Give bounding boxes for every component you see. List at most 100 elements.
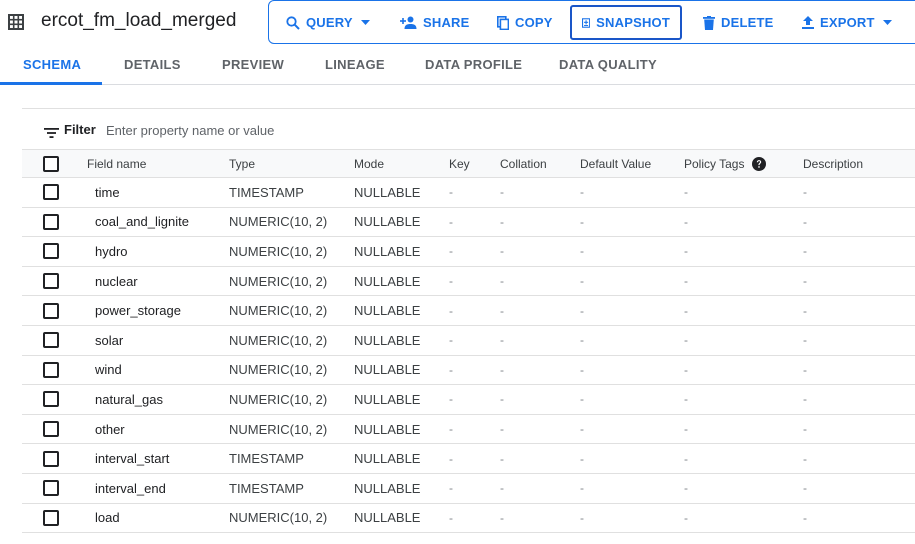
mode-cell: NULLABLE xyxy=(354,362,421,378)
row-checkbox[interactable] xyxy=(43,391,59,408)
table-row[interactable]: natural_gas NUMERIC(10, 2) NULLABLE - - - - - xyxy=(22,385,915,415)
tab-schema[interactable]: SCHEMA xyxy=(0,46,103,85)
default-value-cell: - xyxy=(580,481,584,496)
description-cell: - xyxy=(803,274,807,289)
upload-icon xyxy=(802,16,814,29)
type-cell: NUMERIC(10, 2) xyxy=(229,421,328,437)
collation-cell: - xyxy=(500,274,504,289)
key-cell: - xyxy=(449,333,453,348)
help-icon[interactable] xyxy=(752,156,767,171)
select-all-checkbox[interactable] xyxy=(43,155,59,172)
key-cell: - xyxy=(449,362,453,377)
row-checkbox[interactable] xyxy=(43,213,59,230)
policy-tags-cell: - xyxy=(684,274,688,289)
column-header-default-value[interactable]: Default Value xyxy=(580,150,651,177)
schema-table: Field name Type Mode Key Collation Defau… xyxy=(22,149,915,534)
table-row[interactable]: other NUMERIC(10, 2) NULLABLE - - - - - xyxy=(22,415,915,445)
row-checkbox[interactable] xyxy=(43,361,59,378)
field-name-cell: natural_gas xyxy=(95,391,163,407)
type-cell: NUMERIC(10, 2) xyxy=(229,362,328,378)
row-checkbox[interactable] xyxy=(43,184,59,201)
key-cell: - xyxy=(449,274,453,289)
policy-tags-label: Policy Tags xyxy=(684,156,745,171)
column-header-type[interactable]: Type xyxy=(229,150,255,177)
column-header-description[interactable]: Description xyxy=(803,150,863,177)
key-cell: - xyxy=(449,244,453,259)
collation-cell: - xyxy=(500,185,504,200)
row-checkbox[interactable] xyxy=(43,243,59,260)
table-row[interactable]: power_storage NUMERIC(10, 2) NULLABLE - - - - - xyxy=(22,296,915,326)
filter-input[interactable] xyxy=(106,119,506,141)
tab-lineage[interactable]: LINEAGE xyxy=(325,46,385,84)
key-cell: - xyxy=(449,510,453,525)
column-header-key[interactable]: Key xyxy=(449,150,470,177)
policy-tags-cell: - xyxy=(684,333,688,348)
description-cell: - xyxy=(803,303,807,318)
table-row[interactable]: hydro NUMERIC(10, 2) NULLABLE - - - - - xyxy=(22,237,915,267)
field-name-cell: interval_start xyxy=(95,451,170,467)
tab-details[interactable]: DETAILS xyxy=(124,46,181,84)
export-button[interactable]: EXPORT xyxy=(802,5,892,40)
description-cell: - xyxy=(803,481,807,496)
table-row[interactable]: interval_start TIMESTAMP NULLABLE - - - - - xyxy=(22,444,915,474)
table-row[interactable]: wind NUMERIC(10, 2) NULLABLE - - - - - xyxy=(22,356,915,386)
collation-cell: - xyxy=(500,451,504,466)
table-row[interactable]: coal_and_lignite NUMERIC(10, 2) NULLABLE - -… xyxy=(22,208,915,238)
tab-preview[interactable]: PREVIEW xyxy=(222,46,284,84)
snapshot-icon xyxy=(582,17,591,28)
table-grid-icon xyxy=(8,14,24,30)
table-row[interactable]: time TIMESTAMP NULLABLE - - - - - xyxy=(22,178,915,208)
filter-list-icon[interactable] xyxy=(44,125,59,143)
table-row[interactable]: solar NUMERIC(10, 2) NULLABLE - - - - - xyxy=(22,326,915,356)
field-name-cell: interval_end xyxy=(95,480,166,496)
default-value-cell: - xyxy=(580,185,584,200)
table-row[interactable]: load NUMERIC(10, 2) NULLABLE - - - - - xyxy=(22,504,915,534)
share-button[interactable]: SHARE xyxy=(400,5,470,40)
description-cell: - xyxy=(803,244,807,259)
field-name-cell: time xyxy=(95,184,120,200)
type-cell: TIMESTAMP xyxy=(229,480,304,496)
default-value-cell: - xyxy=(580,274,584,289)
row-checkbox[interactable] xyxy=(43,332,59,349)
table-header-row: Field name Type Mode Key Collation Defau… xyxy=(22,149,915,178)
type-cell: NUMERIC(10, 2) xyxy=(229,243,328,259)
policy-tags-cell: - xyxy=(684,392,688,407)
field-name-cell: hydro xyxy=(95,243,128,259)
row-checkbox[interactable] xyxy=(43,421,59,438)
collation-cell: - xyxy=(500,214,504,229)
column-header-policy-tags[interactable]: Policy Tags xyxy=(684,150,767,177)
query-button[interactable]: QUERY xyxy=(286,5,370,40)
default-value-cell: - xyxy=(580,392,584,407)
type-cell: NUMERIC(10, 2) xyxy=(229,214,328,230)
key-cell: - xyxy=(449,214,453,229)
table-row[interactable]: nuclear NUMERIC(10, 2) NULLABLE - - - - - xyxy=(22,267,915,297)
collation-cell: - xyxy=(500,510,504,525)
snapshot-button[interactable]: SNAPSHOT xyxy=(570,5,682,40)
column-header-field-name[interactable]: Field name xyxy=(87,150,146,177)
row-checkbox[interactable] xyxy=(43,302,59,319)
search-icon xyxy=(286,15,300,30)
copy-button[interactable]: COPY xyxy=(497,5,553,40)
mode-cell: NULLABLE xyxy=(354,391,421,407)
default-value-cell: - xyxy=(580,362,584,377)
delete-button[interactable]: DELETE xyxy=(703,5,773,40)
column-header-collation[interactable]: Collation xyxy=(500,150,547,177)
mode-cell: NULLABLE xyxy=(354,214,421,230)
export-button-label: EXPORT xyxy=(820,15,875,30)
collation-cell: - xyxy=(500,333,504,348)
default-value-cell: - xyxy=(580,303,584,318)
tab-data-profile[interactable]: DATA PROFILE xyxy=(425,46,522,84)
row-checkbox[interactable] xyxy=(43,273,59,290)
chevron-down-icon xyxy=(360,20,370,25)
field-name-cell: other xyxy=(95,421,125,437)
tab-data-quality[interactable]: DATA QUALITY xyxy=(559,46,657,84)
row-checkbox[interactable] xyxy=(43,480,59,497)
description-cell: - xyxy=(803,451,807,466)
table-row[interactable]: interval_end TIMESTAMP NULLABLE - - - - - xyxy=(22,474,915,504)
policy-tags-cell: - xyxy=(684,422,688,437)
filter-bar: Filter xyxy=(22,108,915,150)
chevron-down-icon xyxy=(882,20,892,25)
row-checkbox[interactable] xyxy=(43,450,59,467)
column-header-mode[interactable]: Mode xyxy=(354,150,384,177)
row-checkbox[interactable] xyxy=(43,509,59,526)
